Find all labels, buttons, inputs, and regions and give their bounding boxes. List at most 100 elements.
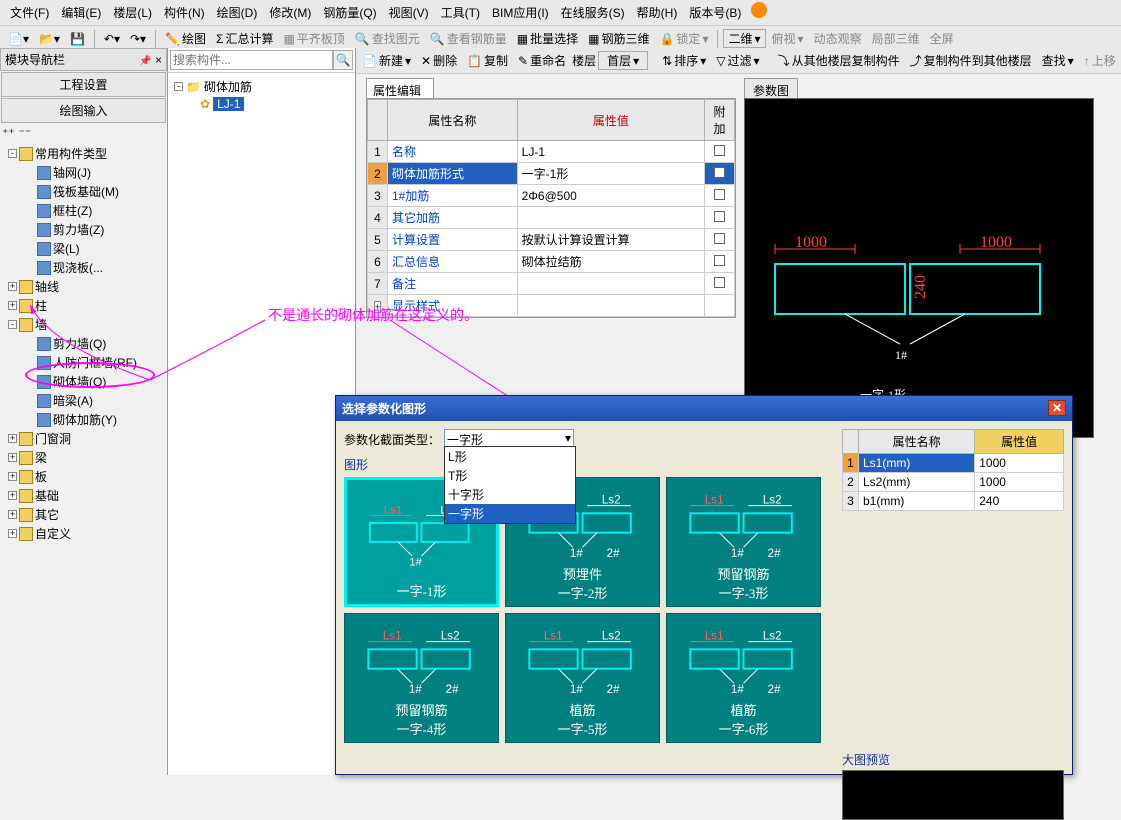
menu-edit[interactable]: 编辑(E)	[55, 2, 107, 23]
find-button[interactable]: 🔍 查找图元	[351, 28, 424, 49]
redo-button[interactable]: ↷▾	[126, 30, 150, 48]
type-label: 参数化截面类型：	[344, 431, 440, 448]
menu-view[interactable]: 视图(V)	[383, 2, 435, 23]
dropdown-option[interactable]: 一字形	[445, 504, 575, 523]
dropdown-option[interactable]: T形	[445, 466, 575, 485]
tree-node[interactable]: 现浇板(...	[0, 258, 167, 277]
dialog-property-row[interactable]: 3b1(mm)240	[843, 492, 1064, 511]
shape-tile[interactable]: Ls1 Ls2 1# 2# 植筋一字-5形	[505, 613, 660, 743]
tree-node[interactable]: 暗梁(A)	[0, 391, 167, 410]
menu-version[interactable]: 版本号(B)	[683, 2, 747, 23]
flatten-button[interactable]: ▦ 平齐板顶	[279, 28, 348, 49]
tree-node[interactable]: 砌体墙(Q)	[0, 372, 167, 391]
property-row[interactable]: 2砌体加筋形式一字-1形	[368, 163, 735, 185]
tree-node[interactable]: 筏板基础(M)	[0, 182, 167, 201]
copy-from-button[interactable]: ⤵从其他楼层复制构件	[774, 50, 904, 71]
local-3d-button[interactable]: 局部三维	[868, 28, 924, 49]
tree-node[interactable]: 框柱(Z)	[0, 201, 167, 220]
dropdown-option[interactable]: 十字形	[445, 485, 575, 504]
new-button[interactable]: 📄新建▾	[358, 50, 415, 71]
tree-node[interactable]: 剪力墙(Q)	[0, 334, 167, 353]
view-2d-combo[interactable]: 二维 ▾	[723, 29, 765, 48]
batch-select-button[interactable]: ▦ 批量选择	[513, 28, 582, 49]
tab-draw-input[interactable]: 绘图输入	[1, 98, 166, 123]
delete-button[interactable]: ✕删除	[417, 50, 461, 71]
dropdown-option[interactable]: L形	[445, 447, 575, 466]
tree-node[interactable]: 砌体加筋(Y)	[0, 410, 167, 429]
tree-node[interactable]: +门窗洞	[0, 429, 167, 448]
rename-button[interactable]: ✎重命名	[514, 50, 570, 71]
new-file-button[interactable]: 📄▾	[4, 30, 33, 48]
tab-project-settings[interactable]: 工程设置	[1, 72, 166, 97]
fullscreen-button[interactable]: 全屏	[926, 28, 958, 49]
dialog-property-row[interactable]: 1Ls1(mm)1000	[843, 454, 1064, 473]
tree-node[interactable]: +梁	[0, 448, 167, 467]
tree-node[interactable]: 人防门框墙(RF)	[0, 353, 167, 372]
tree-node[interactable]: 剪力墙(Z)	[0, 220, 167, 239]
save-button[interactable]: 💾	[66, 30, 89, 48]
rebar-qty-button[interactable]: 🔍 查看钢筋量	[426, 28, 511, 49]
lock-button[interactable]: 🔒 锁定▾	[655, 28, 712, 49]
filter-button[interactable]: ▽过滤▾	[712, 50, 763, 71]
menu-modify[interactable]: 修改(M)	[263, 2, 317, 23]
shape-tile[interactable]: Ls1 Ls2 1# 2# 植筋一字-6形	[666, 613, 821, 743]
floor-label: 楼层	[572, 52, 596, 69]
menu-rebar[interactable]: 钢筋量(Q)	[317, 2, 382, 23]
layout-button[interactable]: 俯视▾	[768, 28, 808, 49]
menu-help[interactable]: 帮助(H)	[631, 2, 684, 23]
sort-button[interactable]: ⇅排序▾	[658, 50, 710, 71]
dialog-property-row[interactable]: 2Ls2(mm)1000	[843, 473, 1064, 492]
menu-floor[interactable]: 楼层(L)	[107, 2, 158, 23]
tree-node[interactable]: -墙	[0, 315, 167, 334]
close-icon[interactable]: ✕	[1048, 400, 1066, 416]
tree-node[interactable]: +柱	[0, 296, 167, 315]
shape-tile[interactable]: Ls1 Ls2 1# 2# 预留钢筋一字-4形	[344, 613, 499, 743]
svg-text:Ls2: Ls2	[441, 630, 460, 643]
svg-text:Ls2: Ls2	[602, 630, 621, 643]
property-row[interactable]: 6汇总信息砌体拉结筋	[368, 251, 735, 273]
property-row[interactable]: 7备注	[368, 273, 735, 295]
dynamic-view-button[interactable]: 动态观察	[810, 28, 866, 49]
close-panel-icon[interactable]: ×	[155, 53, 162, 67]
tree-node[interactable]: -常用构件类型	[0, 144, 167, 163]
sum-button[interactable]: Σ 汇总计算	[212, 28, 277, 49]
menu-draw[interactable]: 绘图(D)	[211, 2, 264, 23]
comp-root[interactable]: - 📁 砌体加筋	[172, 77, 351, 96]
tree-node[interactable]: +板	[0, 467, 167, 486]
floor-combo[interactable]: 首层 ▾	[598, 51, 648, 70]
search-button[interactable]: 🔍	[333, 50, 353, 70]
tree-node[interactable]: +自定义	[0, 524, 167, 543]
tree-node[interactable]: 轴网(J)	[0, 163, 167, 182]
move-up-button[interactable]: ↑上移	[1080, 50, 1120, 71]
rebar-3d-button[interactable]: ▦ 钢筋三维	[584, 28, 653, 49]
property-row[interactable]: 1名称LJ-1	[368, 141, 735, 163]
menu-component[interactable]: 构件(N)	[158, 2, 211, 23]
menu-file[interactable]: 文件(F)	[4, 2, 55, 23]
tree-node[interactable]: 梁(L)	[0, 239, 167, 258]
menu-bim[interactable]: BIM应用(I)	[486, 2, 555, 23]
tree-node[interactable]: +其它	[0, 505, 167, 524]
tree-node[interactable]: +轴线	[0, 277, 167, 296]
copy-to-button[interactable]: ⤴复制构件到其他楼层	[906, 50, 1036, 71]
property-row[interactable]: 4其它加筋	[368, 207, 735, 229]
shape-tile[interactable]: Ls1 Ls2 1# 2# 预留钢筋一字-3形	[666, 477, 821, 607]
property-row[interactable]: 31#加筋2Φ6@500	[368, 185, 735, 207]
search-input[interactable]	[170, 50, 333, 70]
tree-node[interactable]: +基础	[0, 486, 167, 505]
collapse-icon[interactable]: ⁻⁻	[19, 126, 32, 140]
menu-online[interactable]: 在线服务(S)	[555, 2, 631, 23]
expand-icon[interactable]: ⁺⁺	[2, 126, 15, 140]
dialog-titlebar[interactable]: 选择参数化图形 ✕	[336, 396, 1072, 421]
comp-item[interactable]: ✿ LJ-1	[172, 96, 351, 112]
annotation-text: 不是通长的砌体加筋在这定义的。	[268, 305, 478, 325]
pin-icon[interactable]: 📌	[139, 56, 151, 67]
draw-button[interactable]: ✏️绘图	[161, 28, 210, 49]
property-row[interactable]: 5计算设置按默认计算设置计算	[368, 229, 735, 251]
menu-bar: 文件(F) 编辑(E) 楼层(L) 构件(N) 绘图(D) 修改(M) 钢筋量(…	[0, 0, 1121, 26]
open-button[interactable]: 📂▾	[35, 30, 64, 48]
menu-tools[interactable]: 工具(T)	[435, 2, 486, 23]
copy-button[interactable]: 📋复制	[463, 50, 512, 71]
type-combo[interactable]: 一字形▾ L形 T形 十字形 一字形	[444, 429, 574, 450]
undo-button[interactable]: ↶▾	[100, 30, 124, 48]
find-comp-button[interactable]: 查找▾	[1038, 50, 1078, 71]
